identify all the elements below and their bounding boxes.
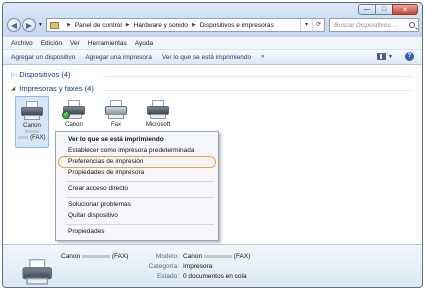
details-model-label: Modelo: (155, 253, 179, 260)
change-view-icon[interactable] (377, 53, 387, 60)
search-placeholder: Buscar Dispositivos ... (334, 21, 398, 29)
menu-archivo[interactable]: Archivo (11, 40, 33, 47)
menu-herramientas[interactable]: Herramientas (88, 40, 127, 47)
search-icon[interactable] (409, 22, 415, 28)
printer-label: Microsoft (145, 122, 171, 128)
maximize-button[interactable]: □ (375, 4, 393, 15)
details-model-value: Canon (FAX) (183, 253, 251, 260)
view-options-chevron-icon[interactable]: ▼ (388, 54, 393, 60)
printer-fax[interactable]: Fax (99, 96, 133, 128)
window-controls: — □ ✕ (358, 4, 418, 15)
group-printers-label: Impresoras y faxes (4) (19, 84, 94, 93)
printer-label-suffix: (FAX) (16, 135, 48, 141)
minimize-button[interactable]: — (358, 4, 376, 15)
command-bar: Agregar un dispositivo Agregar una impre… (3, 50, 422, 65)
address-dropdown-icon[interactable]: ▾ (300, 19, 312, 31)
menu-printer-properties[interactable]: Propiedades de impresora (68, 169, 144, 176)
printer-icon (146, 100, 170, 120)
default-check-icon: ✓ (62, 111, 70, 119)
details-category-label: Categoría: (148, 263, 179, 270)
details-status-value: 0 documentos en cola (183, 273, 247, 280)
menu-edicion[interactable]: Edición (41, 40, 62, 47)
menu-create-shortcut[interactable]: Crear acceso directo (68, 185, 128, 192)
menu-troubleshoot[interactable]: Solucionar problemas (68, 201, 131, 208)
printer-microsoft[interactable]: Microsoft (141, 96, 175, 128)
menu-set-default[interactable]: Establecer como impresora predeterminada (68, 147, 194, 154)
group-printers[interactable]: ◢ Impresoras y faxes (4) (11, 84, 94, 93)
menu-remove-device[interactable]: Quitar dispositivo (68, 212, 118, 219)
toolbar-right: ▼ ? (377, 52, 414, 61)
group-devices-label: Dispositivos (4) (19, 70, 71, 79)
menu-ver[interactable]: Ver (70, 40, 80, 47)
menu-bar: Archivo Edición Ver Herramientas Ayuda (3, 37, 422, 50)
recent-pages-chevron-icon[interactable]: ▼ (38, 22, 43, 28)
chevron-right-icon[interactable]: ▶ (67, 22, 71, 28)
menu-separator (66, 181, 214, 182)
menu-separator (66, 197, 214, 198)
chevron-right-icon[interactable]: ▶ (192, 22, 196, 28)
menu-properties[interactable]: Propiedades (68, 228, 105, 235)
fax-icon (104, 100, 128, 120)
printer-canon[interactable]: ✓ Canon (57, 96, 91, 128)
breadcrumb-hardware-sound[interactable]: Hardware y sonido (134, 22, 188, 29)
printer-icon (21, 259, 53, 286)
search-input[interactable]: Buscar Dispositivos ... (329, 18, 419, 32)
printer-label: Fax (110, 122, 121, 128)
printer-icon (20, 101, 44, 121)
divider (103, 90, 414, 91)
menu-ayuda[interactable]: Ayuda (135, 40, 153, 47)
address-bar[interactable]: ▶ Panel de control ▶ Hardware y sonido ▶… (45, 18, 325, 32)
breadcrumb-devices-printers[interactable]: Dispositivos e impresoras (200, 22, 274, 29)
details-category-value: Impresora (183, 263, 213, 270)
printer-label: Canon (65, 122, 83, 128)
expand-icon[interactable]: ▷ (11, 72, 15, 78)
explorer-window: — □ ✕ ◀ ▶ ▼ ▶ Panel de control ▶ Hardwar… (2, 2, 423, 288)
close-button[interactable]: ✕ (392, 4, 418, 15)
title-bar: — □ ✕ ◀ ▶ ▼ ▶ Panel de control ▶ Hardwar… (3, 3, 422, 37)
details-pane: Canon (FAX) Modelo: Canon (FAX) Categorí… (3, 244, 422, 287)
refresh-icon[interactable]: ⟳ (312, 19, 324, 31)
more-commands-button[interactable]: » (261, 54, 264, 60)
see-printing-button[interactable]: Ver lo que se está imprimiendo (162, 54, 251, 61)
add-printer-button[interactable]: Agregar una impresora (85, 54, 151, 61)
menu-printing-preferences[interactable]: Preferencias de impresión (68, 158, 144, 165)
navigation-row: ◀ ▶ ▼ ▶ Panel de control ▶ Hardware y so… (7, 17, 419, 33)
context-menu: Ver lo que se está imprimiendo Establece… (55, 131, 219, 241)
add-device-button[interactable]: Agregar un dispositivo (11, 54, 75, 61)
breadcrumb-control-panel[interactable]: Panel de control (75, 22, 122, 29)
control-panel-icon (49, 21, 59, 29)
printer-icon: ✓ (62, 100, 86, 120)
help-icon[interactable]: ? (405, 52, 414, 61)
collapse-icon[interactable]: ◢ (11, 86, 15, 92)
back-arrow-icon[interactable]: ◀ (7, 18, 21, 32)
forward-arrow-icon[interactable]: ▶ (22, 18, 36, 32)
group-devices[interactable]: ▷ Dispositivos (4) (11, 70, 71, 79)
menu-see-printing[interactable]: Ver lo que se está imprimiendo (68, 136, 164, 143)
menu-separator (66, 224, 214, 225)
printer-canon-fax[interactable]: Canon (FAX) (15, 96, 49, 148)
address-controls: ▾ ⟳ (300, 19, 324, 31)
divider (103, 76, 414, 77)
chevron-right-icon[interactable]: ▶ (126, 22, 130, 28)
details-status-label: Estado: (156, 273, 179, 280)
